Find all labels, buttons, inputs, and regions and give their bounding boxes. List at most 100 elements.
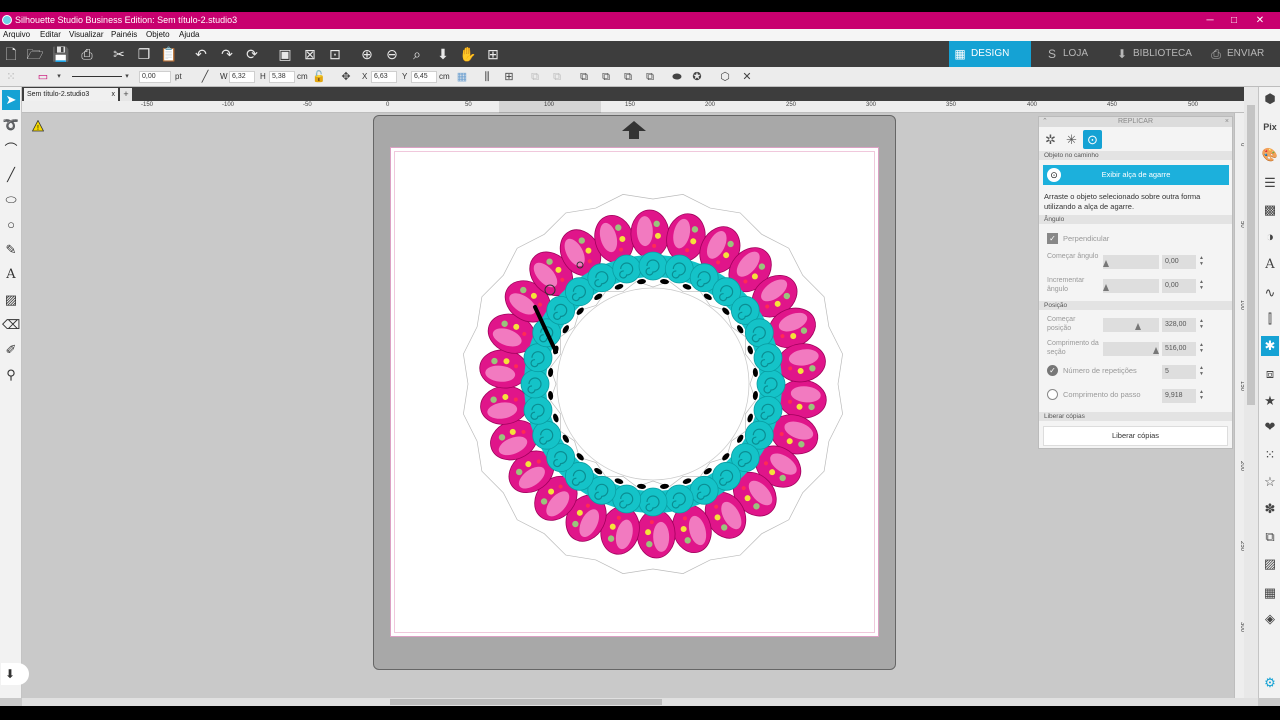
section-length-field[interactable]: 516,00 [1162, 342, 1196, 356]
wreath-artwork[interactable] [390, 147, 879, 637]
tab-store[interactable]: S LOJA [1041, 41, 1101, 67]
tab-design[interactable]: ▦ DESIGN [949, 41, 1031, 67]
increment-angle-field[interactable]: 0,00 [1162, 279, 1196, 293]
send-to-back-icon[interactable]: ⧉ [643, 70, 657, 84]
perpendicular-checkbox[interactable]: ✓ [1047, 233, 1058, 244]
hatch-icon[interactable]: ▨ [1261, 554, 1279, 574]
warning-icon[interactable]: ! [32, 120, 44, 132]
pan-hand-icon[interactable]: ✋ [459, 45, 477, 63]
paste-icon[interactable]: 📋 [160, 45, 178, 63]
repeat-count-radio[interactable]: ✓ [1047, 365, 1058, 376]
save-icon[interactable]: 💾 [52, 45, 70, 63]
width-field[interactable]: 6,32 [229, 71, 255, 83]
document-tab[interactable]: Sem título-2.studio3 x [24, 88, 118, 101]
group-icon[interactable]: ▣ [276, 45, 294, 63]
drag-down-icon[interactable]: ⬇ [434, 45, 452, 63]
menu-arquivo[interactable]: Arquivo [3, 29, 30, 41]
horizontal-scrollbar[interactable] [22, 698, 1258, 706]
transparency-icon[interactable]: ◑ [1261, 227, 1279, 247]
offset-icon[interactable]: ∿ [1261, 283, 1279, 303]
center-icon[interactable]: ⊞ [502, 70, 516, 84]
panel-close-icon[interactable]: × [1225, 117, 1229, 127]
ungroup-icon[interactable]: ⊠ [301, 45, 319, 63]
3d-box-icon[interactable]: ⬡ [718, 70, 732, 84]
sketch-icon[interactable]: ☆ [1261, 472, 1279, 492]
replicate-panel-icon[interactable]: ✱ [1261, 336, 1279, 356]
line-color-icon[interactable]: ▭ [36, 70, 50, 84]
vertical-scrollbar-thumb[interactable] [1247, 105, 1255, 405]
rhinestone-icon[interactable]: ⁙ [1261, 445, 1279, 465]
arrange-back-icon[interactable]: ⧉ [550, 70, 564, 84]
text-style-icon[interactable]: A [1261, 255, 1279, 275]
path-replicate-icon[interactable]: ⊙ [1083, 130, 1102, 149]
grid-toggle-icon[interactable]: ⁙ [4, 70, 18, 84]
tab-send[interactable]: ⎙ ENVIAR [1205, 41, 1280, 67]
refresh-icon[interactable]: ⟳ [243, 45, 261, 63]
move-icon[interactable]: ✥ [339, 70, 353, 84]
puzzle-icon[interactable]: ✽ [1261, 499, 1279, 519]
select-tool-icon[interactable]: ➤ [2, 90, 20, 110]
knife-tool-icon[interactable]: ✐ [2, 340, 20, 360]
copy-icon[interactable]: ❐ [135, 45, 153, 63]
start-position-field[interactable]: 328,00 [1162, 318, 1196, 332]
increment-angle-slider[interactable] [1103, 279, 1159, 293]
grid-panel-icon[interactable]: ▦ [1261, 583, 1279, 603]
tab-library[interactable]: ⬇ BIBLIOTECA [1111, 41, 1201, 67]
layers-icon[interactable]: ⧉ [1261, 527, 1279, 547]
close-window-button[interactable]: ✕ [1253, 12, 1267, 29]
pixscan-icon[interactable]: Pix [1261, 117, 1279, 137]
fit-page-icon[interactable]: ⊞ [484, 45, 502, 63]
line-style-dropdown-icon[interactable]: ▾ [120, 70, 134, 84]
trace-icon[interactable]: ❤ [1261, 417, 1279, 437]
pattern-icon[interactable]: ▩ [1261, 200, 1279, 220]
horizontal-scrollbar-thumb[interactable] [390, 699, 662, 705]
line-style-preview[interactable] [72, 76, 122, 77]
slider-knob[interactable] [1135, 323, 1141, 330]
align-panel-icon[interactable]: ⫿ [1261, 309, 1279, 329]
menu-visualizar[interactable]: Visualizar [69, 29, 104, 41]
start-angle-spinner[interactable]: ▲ ▼ [1199, 255, 1205, 267]
add-tab-button[interactable]: + [120, 88, 132, 101]
step-length-spinner[interactable]: ▲ ▼ [1199, 389, 1205, 401]
close-tab-icon[interactable]: x [112, 88, 116, 101]
page-setup-icon[interactable]: ⬢ [1261, 89, 1279, 109]
settings-gear-icon[interactable]: ⚙ [1261, 673, 1279, 693]
menu-editar[interactable]: Editar [40, 29, 61, 41]
height-field[interactable]: 5,38 [269, 71, 295, 83]
slider-knob[interactable] [1103, 284, 1109, 291]
bring-to-front-icon[interactable]: ⧉ [621, 70, 635, 84]
library-panel-icon[interactable]: ◈ [1261, 609, 1279, 629]
text-tool-icon[interactable]: A [2, 265, 20, 285]
undo-icon[interactable]: ↶ [192, 45, 210, 63]
print-icon[interactable]: ⎙ [78, 45, 96, 63]
start-position-slider[interactable] [1103, 318, 1159, 332]
collapse-icon[interactable]: ⌃ [1042, 117, 1048, 127]
section-length-spinner[interactable]: ▲ ▼ [1199, 342, 1205, 354]
release-copies-button[interactable]: Liberar cópias [1043, 426, 1228, 446]
line-color-dropdown-icon[interactable]: ▾ [52, 70, 66, 84]
step-length-field[interactable]: 9,918 [1162, 389, 1196, 403]
star-icon[interactable]: ✪ [690, 70, 704, 84]
fill-color-icon[interactable]: 🎨 [1261, 145, 1279, 165]
feed-arrow-icon[interactable] [622, 121, 646, 141]
zoom-select-icon[interactable]: ⌕ [408, 45, 426, 63]
weld-icon[interactable]: ⬬ [670, 70, 684, 84]
circle-tool-icon[interactable]: ○ [2, 215, 20, 235]
fill-tool-icon[interactable]: ▨ [2, 290, 20, 310]
y-field[interactable]: 6,45 [411, 71, 437, 83]
send-backward-icon[interactable]: ⧉ [599, 70, 613, 84]
delete-x-icon[interactable]: ✕ [740, 70, 754, 84]
minimize-button[interactable]: ─ [1203, 12, 1217, 29]
start-angle-field[interactable]: 0,00 [1162, 255, 1196, 269]
increment-angle-spinner[interactable]: ▲ ▼ [1199, 279, 1205, 291]
line-tool-icon[interactable]: ╱ [2, 165, 20, 185]
repeat-count-spinner[interactable]: ▲ ▼ [1199, 365, 1205, 377]
vertical-scrollbar[interactable] [1244, 87, 1258, 698]
line-tool-icon[interactable]: ╱ [198, 70, 212, 84]
step-length-radio[interactable] [1047, 389, 1058, 400]
pencil-tool-icon[interactable]: ✎ [2, 240, 20, 260]
download-button[interactable]: ⬇ [1, 663, 29, 685]
align-icon[interactable]: ⫼ [480, 70, 494, 84]
replicate-icon[interactable]: ✲ [1041, 130, 1060, 149]
line-style-icon[interactable]: ☰ [1261, 173, 1279, 193]
